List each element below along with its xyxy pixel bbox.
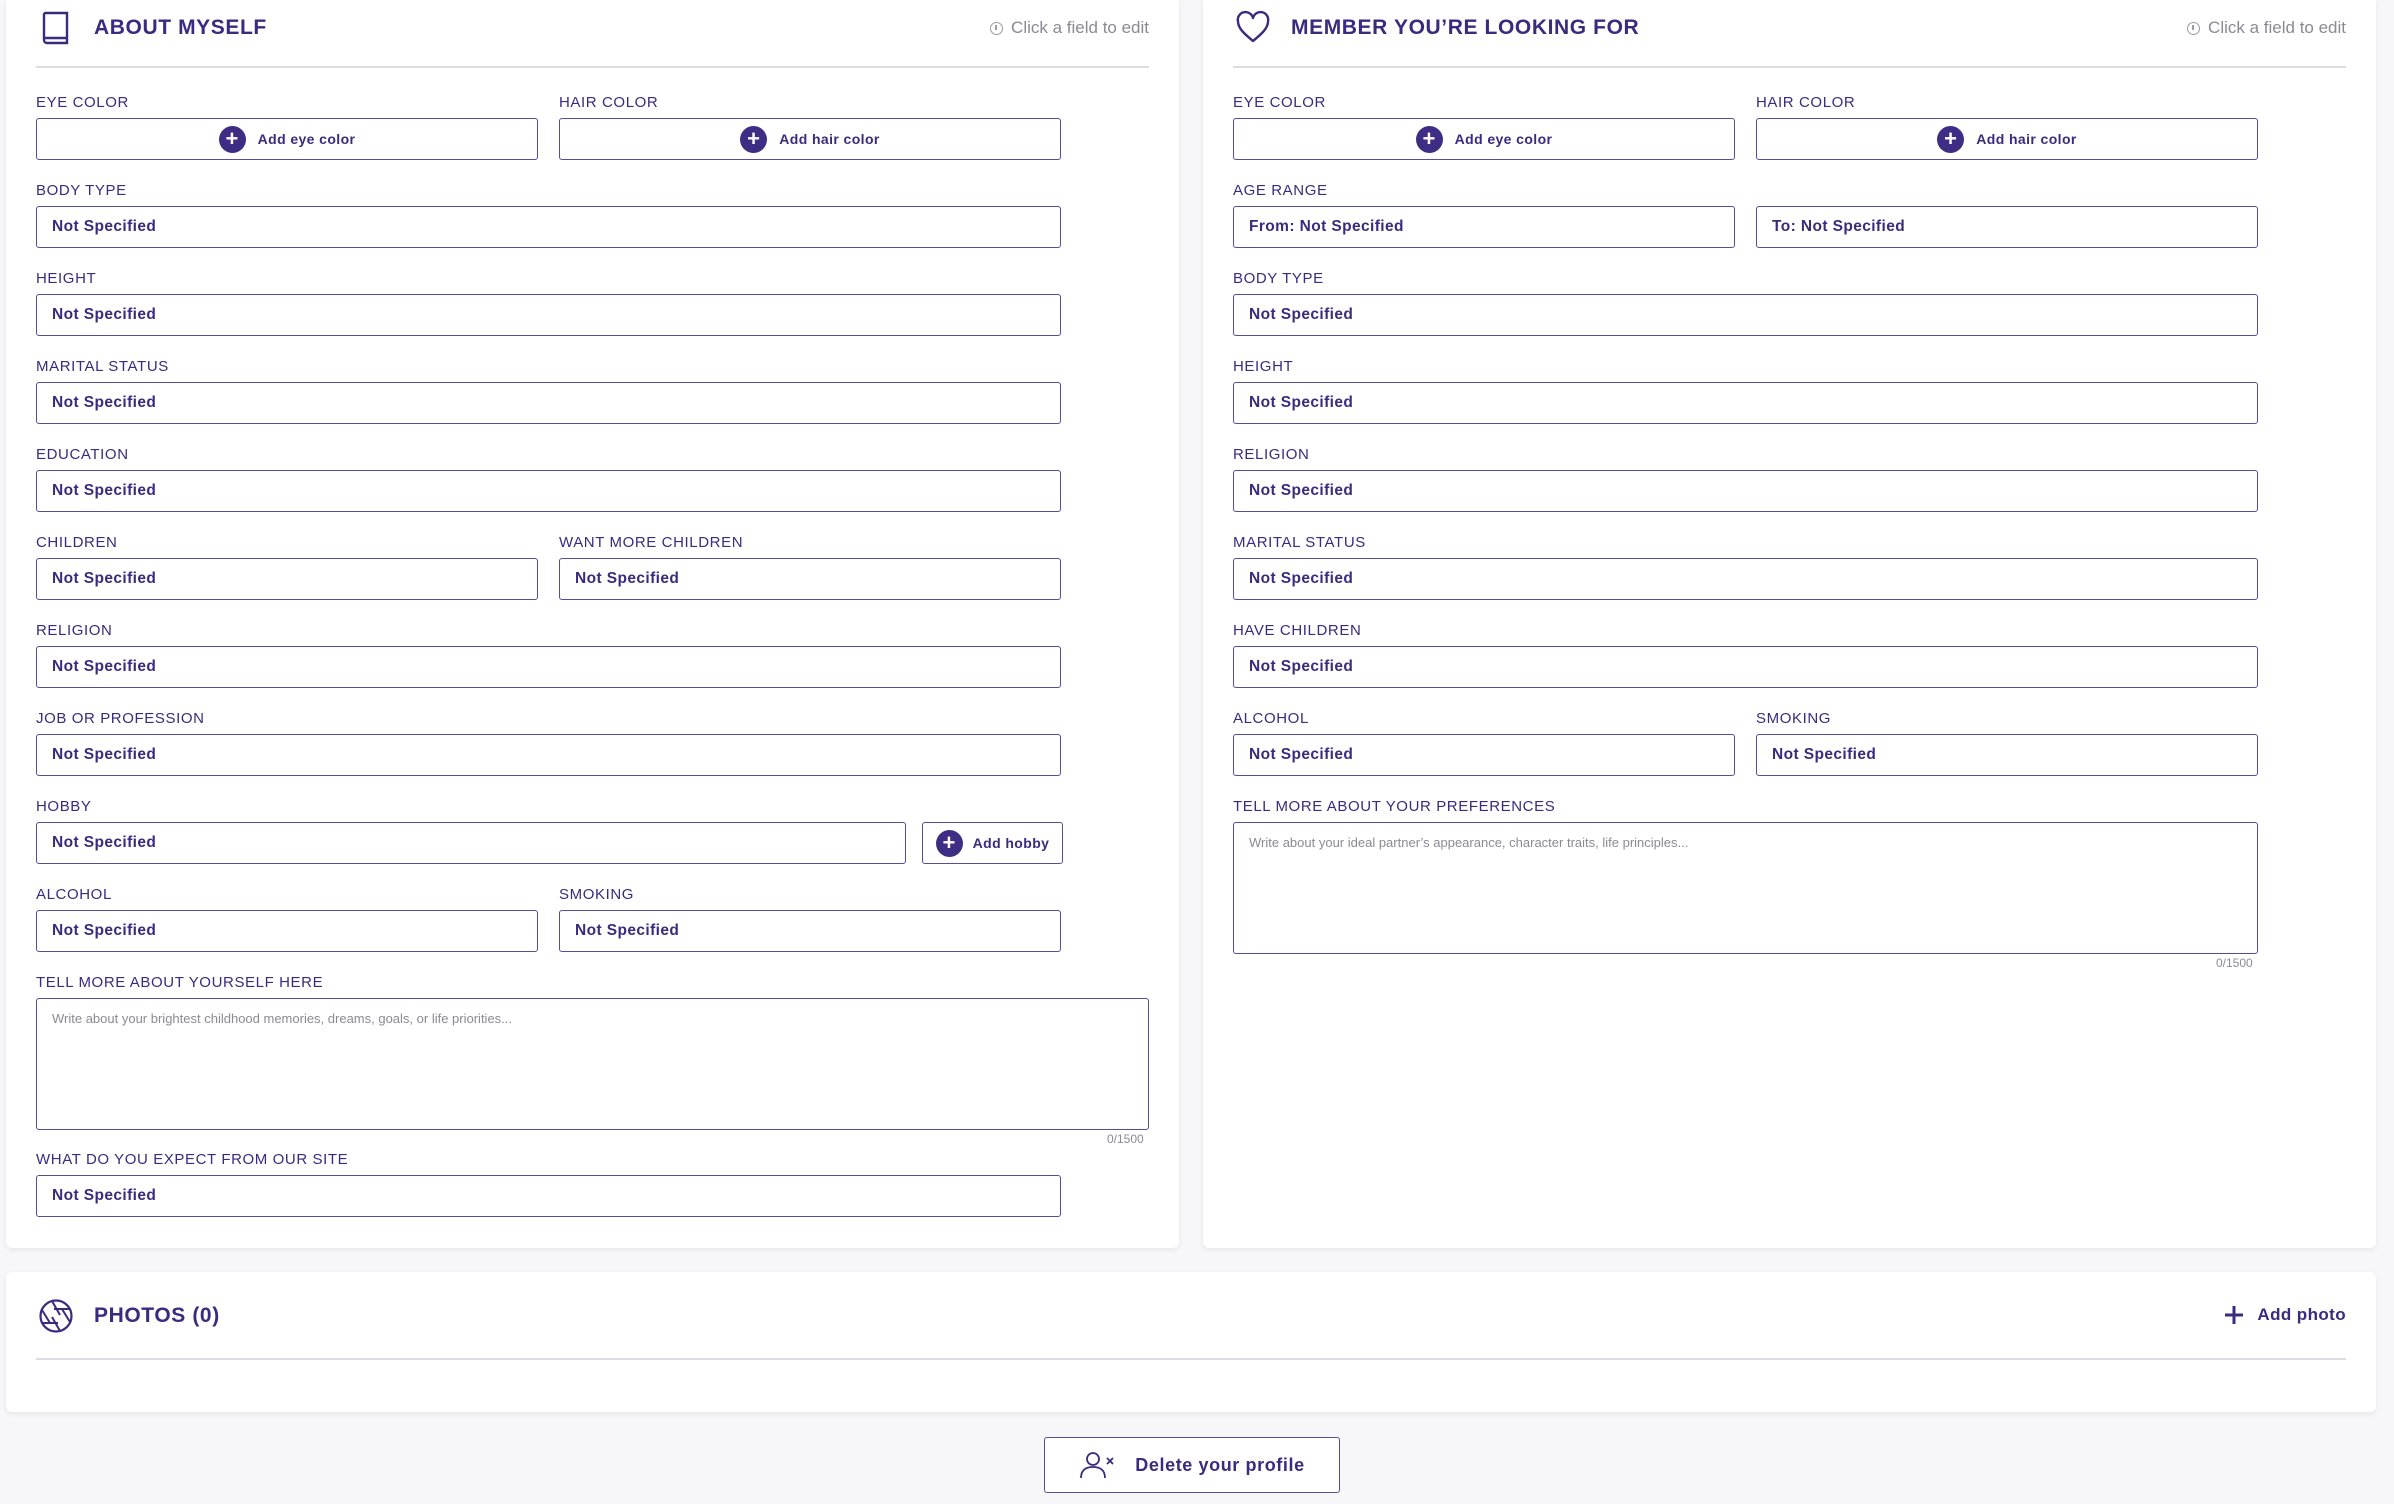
info-icon <box>2187 21 2201 35</box>
eye-color-label: EYE COLOR <box>36 94 129 111</box>
job-field[interactable]: Not Specified <box>36 734 1061 776</box>
body-type-field[interactable]: Not Specified <box>1233 294 2258 336</box>
eye-color-label: EYE COLOR <box>1233 94 1326 111</box>
height-field[interactable]: Not Specified <box>1233 382 2258 424</box>
preferences-label: TELL MORE ABOUT YOUR PREFERENCES <box>1233 798 1556 815</box>
hobby-field[interactable]: Not Specified <box>36 822 906 864</box>
tell-more-textarea[interactable]: Write about your brightest childhood mem… <box>36 998 1149 1130</box>
hair-color-label: HAIR COLOR <box>1756 94 1856 111</box>
marital-status-label: MARITAL STATUS <box>1233 534 1366 551</box>
body-type-field[interactable]: Not Specified <box>36 206 1061 248</box>
hair-color-label: HAIR COLOR <box>559 94 659 111</box>
alcohol-field[interactable]: Not Specified <box>36 910 538 952</box>
hobby-label: HOBBY <box>36 798 92 815</box>
plus-icon: + <box>740 125 768 153</box>
add-hair-color-button[interactable]: + Add hair color <box>1756 118 2258 160</box>
want-more-children-label: WANT MORE CHILDREN <box>559 534 744 551</box>
smoking-field[interactable]: Not Specified <box>559 910 1061 952</box>
add-photo-label: Add photo <box>2257 1305 2346 1324</box>
education-field[interactable]: Not Specified <box>36 470 1061 512</box>
add-eye-color-button[interactable]: + Add eye color <box>1233 118 1735 160</box>
education-label: EDUCATION <box>36 446 129 463</box>
tell-more-label: TELL MORE ABOUT YOURSELF HERE <box>36 974 324 991</box>
edit-hint: Click a field to edit <box>990 18 1149 38</box>
height-label: HEIGHT <box>36 270 97 287</box>
add-hobby-label: Add hobby <box>972 835 1050 851</box>
alcohol-field[interactable]: Not Specified <box>1233 734 1735 776</box>
plus-icon <box>2225 1306 2244 1324</box>
preferences-textarea[interactable]: Write about your ideal partner’s appeara… <box>1233 822 2258 954</box>
alcohol-label: ALCOHOL <box>1233 710 1309 727</box>
religion-label: RELIGION <box>1233 446 1310 463</box>
age-range-label: AGE RANGE <box>1233 182 1328 199</box>
plus-icon: + <box>218 125 246 153</box>
expect-label: WHAT DO YOU EXPECT FROM OUR SITE <box>36 1151 349 1168</box>
heart-icon <box>1236 10 1270 43</box>
body-type-label: BODY TYPE <box>36 182 127 199</box>
plus-icon: + <box>1415 125 1443 153</box>
children-label: CHILDREN <box>36 534 118 551</box>
age-to-field[interactable]: To: Not Specified <box>1756 206 2258 248</box>
smoking-field[interactable]: Not Specified <box>1756 734 2258 776</box>
add-eye-color-button[interactable]: + Add eye color <box>36 118 538 160</box>
add-hair-color-label: Add hair color <box>1976 131 2077 147</box>
religion-field[interactable]: Not Specified <box>36 646 1061 688</box>
tell-more-counter: 0/1500 <box>1107 1132 1144 1146</box>
want-more-children-field[interactable]: Not Specified <box>559 558 1061 600</box>
delete-profile-button[interactable]: Delete your profile <box>1044 1437 1340 1493</box>
edit-hint-text: Click a field to edit <box>1011 18 1149 37</box>
add-hair-color-button[interactable]: + Add hair color <box>559 118 1061 160</box>
alcohol-label: ALCOHOL <box>36 886 112 903</box>
camera-aperture-icon <box>39 1299 73 1333</box>
have-children-label: HAVE CHILDREN <box>1233 622 1362 639</box>
expect-field[interactable]: Not Specified <box>36 1175 1061 1217</box>
photos-card: PHOTOS (0) Add photo <box>6 1272 2376 1412</box>
about-myself-title: ABOUT MYSELF <box>94 16 267 39</box>
delete-profile-label: Delete your profile <box>1135 1454 1305 1475</box>
add-eye-color-label: Add eye color <box>257 131 356 147</box>
looking-for-title: MEMBER YOU’RE LOOKING FOR <box>1291 16 1640 39</box>
marital-status-field[interactable]: Not Specified <box>1233 558 2258 600</box>
photos-header: PHOTOS (0) <box>36 1272 2346 1360</box>
height-label: HEIGHT <box>1233 358 1294 375</box>
edit-hint: Click a field to edit <box>2187 18 2346 38</box>
height-field[interactable]: Not Specified <box>36 294 1061 336</box>
photos-title: PHOTOS (0) <box>94 1304 220 1327</box>
book-icon <box>42 11 69 45</box>
info-icon <box>990 21 1004 35</box>
remove-user-icon <box>1080 1452 1114 1479</box>
religion-field[interactable]: Not Specified <box>1233 470 2258 512</box>
add-eye-color-label: Add eye color <box>1454 131 1553 147</box>
about-myself-header: ABOUT MYSELF Click a field to edit <box>36 0 1149 68</box>
about-myself-card: ABOUT MYSELF Click a field to edit EYE C… <box>6 0 1179 1248</box>
smoking-label: SMOKING <box>559 886 635 903</box>
job-label: JOB OR PROFESSION <box>36 710 205 727</box>
smoking-label: SMOKING <box>1756 710 1832 727</box>
plus-icon: + <box>935 829 963 857</box>
marital-status-label: MARITAL STATUS <box>36 358 169 375</box>
have-children-field[interactable]: Not Specified <box>1233 646 2258 688</box>
children-field[interactable]: Not Specified <box>36 558 538 600</box>
add-hair-color-label: Add hair color <box>779 131 880 147</box>
add-photo-button[interactable]: Add photo <box>2223 1304 2346 1326</box>
age-from-field[interactable]: From: Not Specified <box>1233 206 1735 248</box>
looking-for-header: MEMBER YOU’RE LOOKING FOR Click a field … <box>1233 0 2346 68</box>
looking-for-card: MEMBER YOU’RE LOOKING FOR Click a field … <box>1203 0 2376 1248</box>
edit-hint-text: Click a field to edit <box>2208 18 2346 37</box>
preferences-counter: 0/1500 <box>2216 956 2253 970</box>
body-type-label: BODY TYPE <box>1233 270 1324 287</box>
marital-status-field[interactable]: Not Specified <box>36 382 1061 424</box>
plus-icon: + <box>1937 125 1965 153</box>
religion-label: RELIGION <box>36 622 113 639</box>
add-hobby-button[interactable]: + Add hobby <box>922 822 1063 864</box>
